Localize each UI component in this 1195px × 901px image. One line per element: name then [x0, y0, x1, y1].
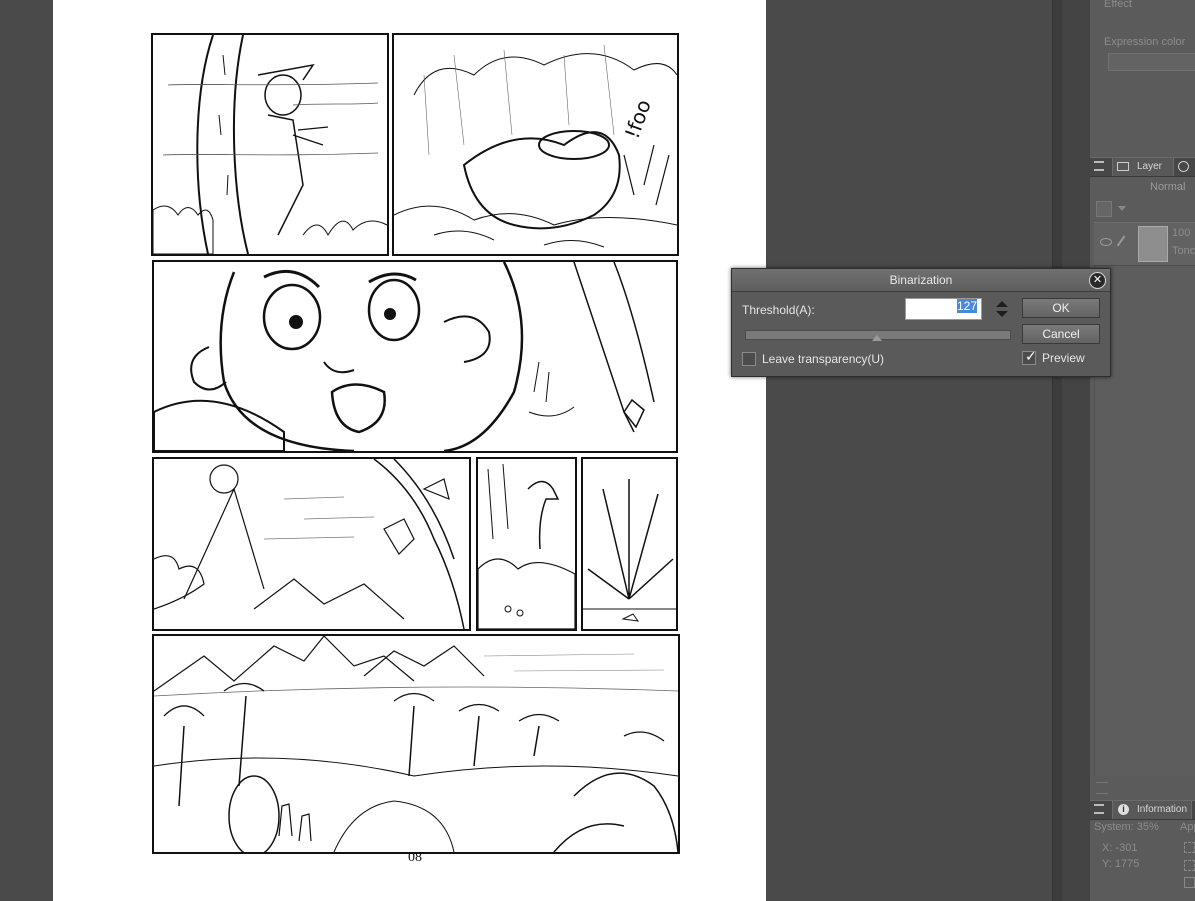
preview-checkbox[interactable]: ✓	[1022, 348, 1037, 365]
applied-label: Appli	[1180, 821, 1195, 833]
canvas-area[interactable]: !foo 08	[0, 0, 1052, 901]
layer-subtitle: Tonc	[1172, 245, 1195, 257]
threshold-slider[interactable]	[745, 330, 1011, 341]
layer-stack-icon	[1117, 162, 1129, 171]
system-zoom-label: System: 35%	[1094, 821, 1159, 833]
dock-gutter	[1062, 0, 1090, 901]
dialog-titlebar[interactable]: Binarization ✕	[732, 269, 1110, 292]
comic-panel-4	[152, 457, 471, 631]
ok-button[interactable]: OK	[1022, 298, 1100, 318]
cursor-y-readout: Y: 1775	[1102, 858, 1140, 870]
comic-panel-3	[152, 260, 678, 453]
layer-thumbnail	[1138, 226, 1168, 262]
dialog-title: Binarization	[889, 273, 953, 287]
tab-information-label: Information	[1137, 804, 1188, 815]
comic-panel-7	[152, 634, 680, 854]
slider-thumb[interactable]	[872, 335, 882, 341]
cancel-button[interactable]: Cancel	[1022, 324, 1100, 344]
layer-panel-tabbar: Layer	[1090, 157, 1195, 177]
page-number: 08	[408, 850, 422, 865]
preview-label: Preview	[1042, 351, 1085, 365]
threshold-value: 127	[956, 299, 977, 313]
panel-menu-icon[interactable]	[1094, 161, 1104, 171]
expression-color-dropdown[interactable]	[1108, 53, 1195, 71]
tab-layer-label: Layer	[1137, 161, 1163, 172]
info-icon: i	[1118, 804, 1129, 815]
tab-layer-property[interactable]	[1175, 158, 1195, 176]
comic-panel-1	[151, 33, 389, 256]
comic-panel-6	[581, 457, 678, 631]
chevron-down-icon[interactable]	[1118, 206, 1126, 211]
tab-information[interactable]: i Information	[1112, 801, 1192, 819]
blend-mode-select[interactable]: Normal	[1150, 181, 1185, 193]
pen-icon	[1116, 235, 1126, 247]
layer-property-icon	[1178, 161, 1189, 172]
comic-page[interactable]: !foo 08	[53, 0, 766, 901]
spin-up-icon[interactable]	[996, 301, 1008, 307]
leave-transparency-checkbox[interactable]	[742, 352, 756, 366]
leave-transparency-label: Leave transparency(U)	[762, 352, 885, 366]
layer-panel-footer-icon[interactable]	[1096, 782, 1108, 794]
tab-layer[interactable]: Layer	[1112, 158, 1174, 176]
binarization-dialog: Binarization ✕ Threshold(A): 127 Leave t…	[731, 268, 1111, 377]
eye-icon[interactable]	[1100, 238, 1112, 246]
layer-option-button[interactable]	[1096, 201, 1112, 217]
panel-menu-icon[interactable]	[1094, 804, 1104, 814]
expression-color-label: Expression color	[1104, 36, 1186, 48]
spin-down-icon[interactable]	[996, 311, 1008, 317]
effect-label: Effect	[1104, 0, 1132, 10]
resize-icon	[1184, 877, 1195, 888]
close-icon[interactable]: ✕	[1089, 272, 1106, 289]
threshold-label: Threshold(A):	[742, 303, 815, 317]
comic-panel-5	[476, 457, 577, 631]
threshold-spinner[interactable]	[996, 301, 1008, 319]
checkmark-icon: ✓	[1025, 348, 1037, 364]
right-dock-panel: Effect Expression color Layer Normal 100…	[1090, 0, 1195, 901]
info-panel-tabbar: i Information	[1090, 800, 1195, 820]
layer-row[interactable]: 100 Tonc	[1094, 222, 1195, 266]
cursor-x-readout: X: -301	[1102, 842, 1138, 854]
threshold-input[interactable]: 127	[905, 298, 982, 320]
selection-icon	[1184, 842, 1195, 853]
comic-panel-2: !foo	[392, 33, 679, 256]
selection-size-icon	[1184, 860, 1195, 871]
layer-name: 100	[1172, 227, 1191, 239]
